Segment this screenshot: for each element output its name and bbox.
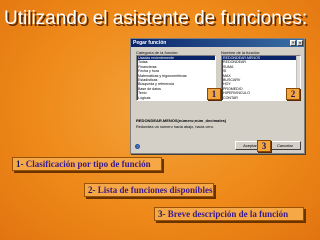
- dialog-titlebar: Pegar función ? ×: [131, 39, 304, 47]
- caption-2: 2- Lista de funciones disponibles: [84, 183, 214, 197]
- close-icon[interactable]: ×: [297, 40, 303, 46]
- slide-title: Utilizando el asistente de funciones:: [4, 8, 308, 29]
- caption-1-text: Clasificación por tipo de función: [25, 159, 151, 169]
- category-listbox[interactable]: Usadas recientemente Todas Financieras F…: [136, 55, 216, 101]
- caption-3-text: Breve descripción de la función: [167, 209, 289, 219]
- marker-2: 2: [286, 88, 300, 100]
- help-icon[interactable]: ?: [135, 144, 140, 149]
- caption-2-number: 2-: [88, 185, 96, 195]
- caption-2-text: Lista de funciones disponibles: [97, 185, 213, 195]
- caption-1-number: 1-: [16, 159, 24, 169]
- help-title-icon[interactable]: ?: [290, 40, 296, 46]
- marker-1: 1: [207, 88, 221, 100]
- cancel-button[interactable]: Cancelar: [269, 141, 301, 150]
- function-description: Redondea un número hacia abajo, hacia ce…: [136, 125, 214, 129]
- dialog-title: Pegar función: [133, 40, 167, 46]
- caption-3-number: 3-: [158, 209, 166, 219]
- caption-1: 1- Clasificación por tipo de función: [12, 157, 162, 171]
- function-syntax: REDONDEAR.MENOS(número;núm_decimales): [136, 118, 227, 123]
- category-item[interactable]: Lógicas: [137, 96, 215, 100]
- marker-3: 3: [257, 140, 271, 152]
- caption-3: 3- Breve descripción de la función: [154, 207, 304, 221]
